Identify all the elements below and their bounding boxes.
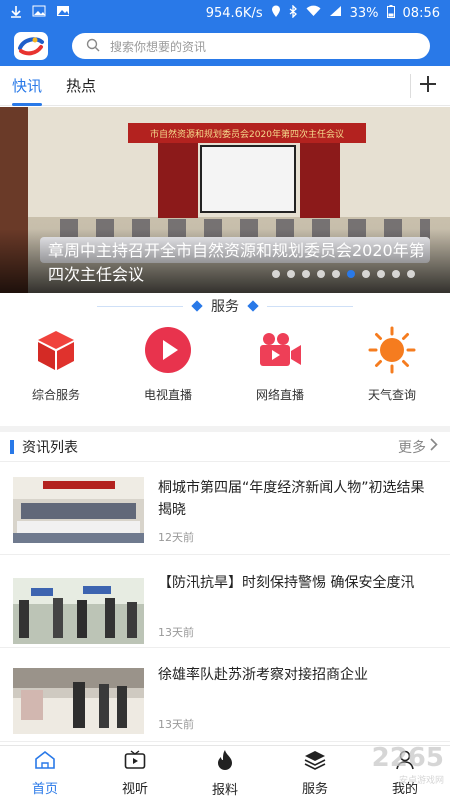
list-item[interactable]: 桐城市第四届“年度经济新闻人物”初选结果揭晓 12天前 xyxy=(0,463,450,555)
carousel-dot[interactable] xyxy=(332,270,340,278)
app-screen: 954.6K/s 33% 08:56 搜索你想要的资讯 快讯 热点 市自然资源和… xyxy=(0,0,450,800)
news-time: 13天前 xyxy=(158,626,194,639)
carousel-dot[interactable] xyxy=(407,270,415,278)
fire-icon xyxy=(215,749,235,775)
service-label: 电视直播 xyxy=(143,388,192,402)
banner-curtain-right xyxy=(300,143,340,218)
carousel-dot[interactable] xyxy=(272,270,280,278)
site-watermark: 2265 安卓游戏网 xyxy=(372,743,444,786)
add-channel-button[interactable] xyxy=(414,72,442,100)
tabbar-media[interactable]: 视听 xyxy=(90,746,180,800)
tabbar-home[interactable]: 首页 xyxy=(0,746,90,800)
search-input[interactable]: 搜索你想要的资讯 xyxy=(72,33,430,59)
video-camera-icon xyxy=(256,326,304,374)
news-list-title: 资讯列表 xyxy=(22,439,78,456)
chevron-right-icon xyxy=(430,438,438,455)
carousel-dot[interactable] xyxy=(362,270,370,278)
banner-stage-sign: 市自然资源和规划委员会2020年第四次主任会议 xyxy=(128,123,366,143)
tabbar-label: 报料 xyxy=(211,782,238,798)
service-label: 天气查询 xyxy=(367,388,416,402)
banner-curtain-left xyxy=(158,143,198,218)
tabbar-services[interactable]: 服务 xyxy=(270,746,360,800)
more-label: 更多 xyxy=(398,439,426,456)
news-title: 徐雄率队赴苏浙考察对接招商企业 xyxy=(158,667,368,683)
cube-icon xyxy=(32,326,80,374)
service-label: 综合服务 xyxy=(31,388,80,402)
banner-carousel[interactable]: 市自然资源和规划委员会2020年第四次主任会议 章周中主持召开全市自然资源和规划… xyxy=(0,107,450,293)
list-item[interactable]: 徐雄率队赴苏浙考察对接招商企业 13天前 xyxy=(0,650,450,742)
more-link[interactable]: 更多 xyxy=(398,437,438,457)
services-header: 服务 xyxy=(0,294,450,318)
section-accent-bar xyxy=(10,439,14,454)
search-placeholder: 搜索你想要的资讯 xyxy=(110,39,207,54)
news-title: 【防汛抗旱】时刻保持警惕 确保安全度汛 xyxy=(158,575,415,591)
services-grid: 综合服务 电视直播 网络直播 天气查询 xyxy=(0,326,450,418)
carousel-dot[interactable] xyxy=(302,270,310,278)
image-icon xyxy=(32,5,46,21)
photo-icon xyxy=(56,5,70,21)
tabbar-report[interactable]: 报料 xyxy=(180,746,270,800)
location-icon xyxy=(271,5,281,22)
app-logo[interactable] xyxy=(14,32,48,60)
tab-kuaixun[interactable]: 快讯 xyxy=(0,66,54,106)
service-weather[interactable]: 天气查询 xyxy=(336,326,448,418)
layers-icon xyxy=(304,750,326,774)
diamond-icon xyxy=(247,300,259,312)
news-time: 12天前 xyxy=(158,531,194,544)
carousel-indicator xyxy=(272,270,415,278)
tabbar-label: 首页 xyxy=(31,781,58,797)
channel-tabs: 快讯 热点 xyxy=(0,66,450,106)
carousel-dot[interactable] xyxy=(347,270,355,278)
divider-line xyxy=(267,305,353,307)
search-icon xyxy=(86,38,110,55)
signal-icon xyxy=(329,5,342,21)
news-time: 13天前 xyxy=(158,718,194,731)
divider-line xyxy=(97,305,183,307)
news-thumbnail xyxy=(13,668,144,734)
top-header: 搜索你想要的资讯 xyxy=(0,26,450,66)
service-comprehensive[interactable]: 综合服务 xyxy=(0,326,112,418)
tab-redian[interactable]: 热点 xyxy=(54,66,108,106)
download-icon xyxy=(10,5,22,22)
tabbar-label: 服务 xyxy=(301,781,328,797)
wifi-icon xyxy=(306,5,321,21)
diamond-icon xyxy=(191,300,203,312)
services-title: 服务 xyxy=(211,299,239,315)
carousel-dot[interactable] xyxy=(392,270,400,278)
network-speed: 954.6K/s xyxy=(205,5,263,21)
news-title: 桐城市第四届“年度经济新闻人物”初选结果揭晓 xyxy=(158,480,425,518)
carousel-dot[interactable] xyxy=(287,270,295,278)
play-icon xyxy=(144,326,192,374)
battery-icon xyxy=(386,4,395,22)
news-thumbnail xyxy=(13,578,144,644)
banner-caption[interactable]: 章周中主持召开全市自然资源和规划委员会2020年第四次主任会议 xyxy=(48,239,428,287)
news-list-header: 资讯列表 更多 xyxy=(0,432,450,462)
carousel-dot[interactable] xyxy=(377,270,385,278)
tab-divider xyxy=(410,74,411,98)
service-tv-live[interactable]: 电视直播 xyxy=(112,326,224,418)
carousel-dot[interactable] xyxy=(317,270,325,278)
clock: 08:56 xyxy=(402,5,440,21)
home-icon xyxy=(34,750,56,774)
status-bar: 954.6K/s 33% 08:56 xyxy=(0,0,450,26)
watermark-text: 2265 xyxy=(371,743,444,773)
tabbar-label: 视听 xyxy=(121,781,148,797)
banner-projection-screen xyxy=(200,145,296,213)
list-item[interactable]: 【防汛抗旱】时刻保持警惕 确保安全度汛 13天前 xyxy=(0,556,450,648)
tv-icon xyxy=(124,749,146,774)
plus-icon xyxy=(419,75,437,97)
watermark-sub: 安卓游戏网 xyxy=(398,776,444,786)
service-web-live[interactable]: 网络直播 xyxy=(224,326,336,418)
bluetooth-icon xyxy=(289,3,298,22)
news-thumbnail xyxy=(13,477,144,543)
sun-icon xyxy=(368,326,416,374)
battery-level: 33% xyxy=(349,5,379,21)
service-label: 网络直播 xyxy=(255,388,304,402)
